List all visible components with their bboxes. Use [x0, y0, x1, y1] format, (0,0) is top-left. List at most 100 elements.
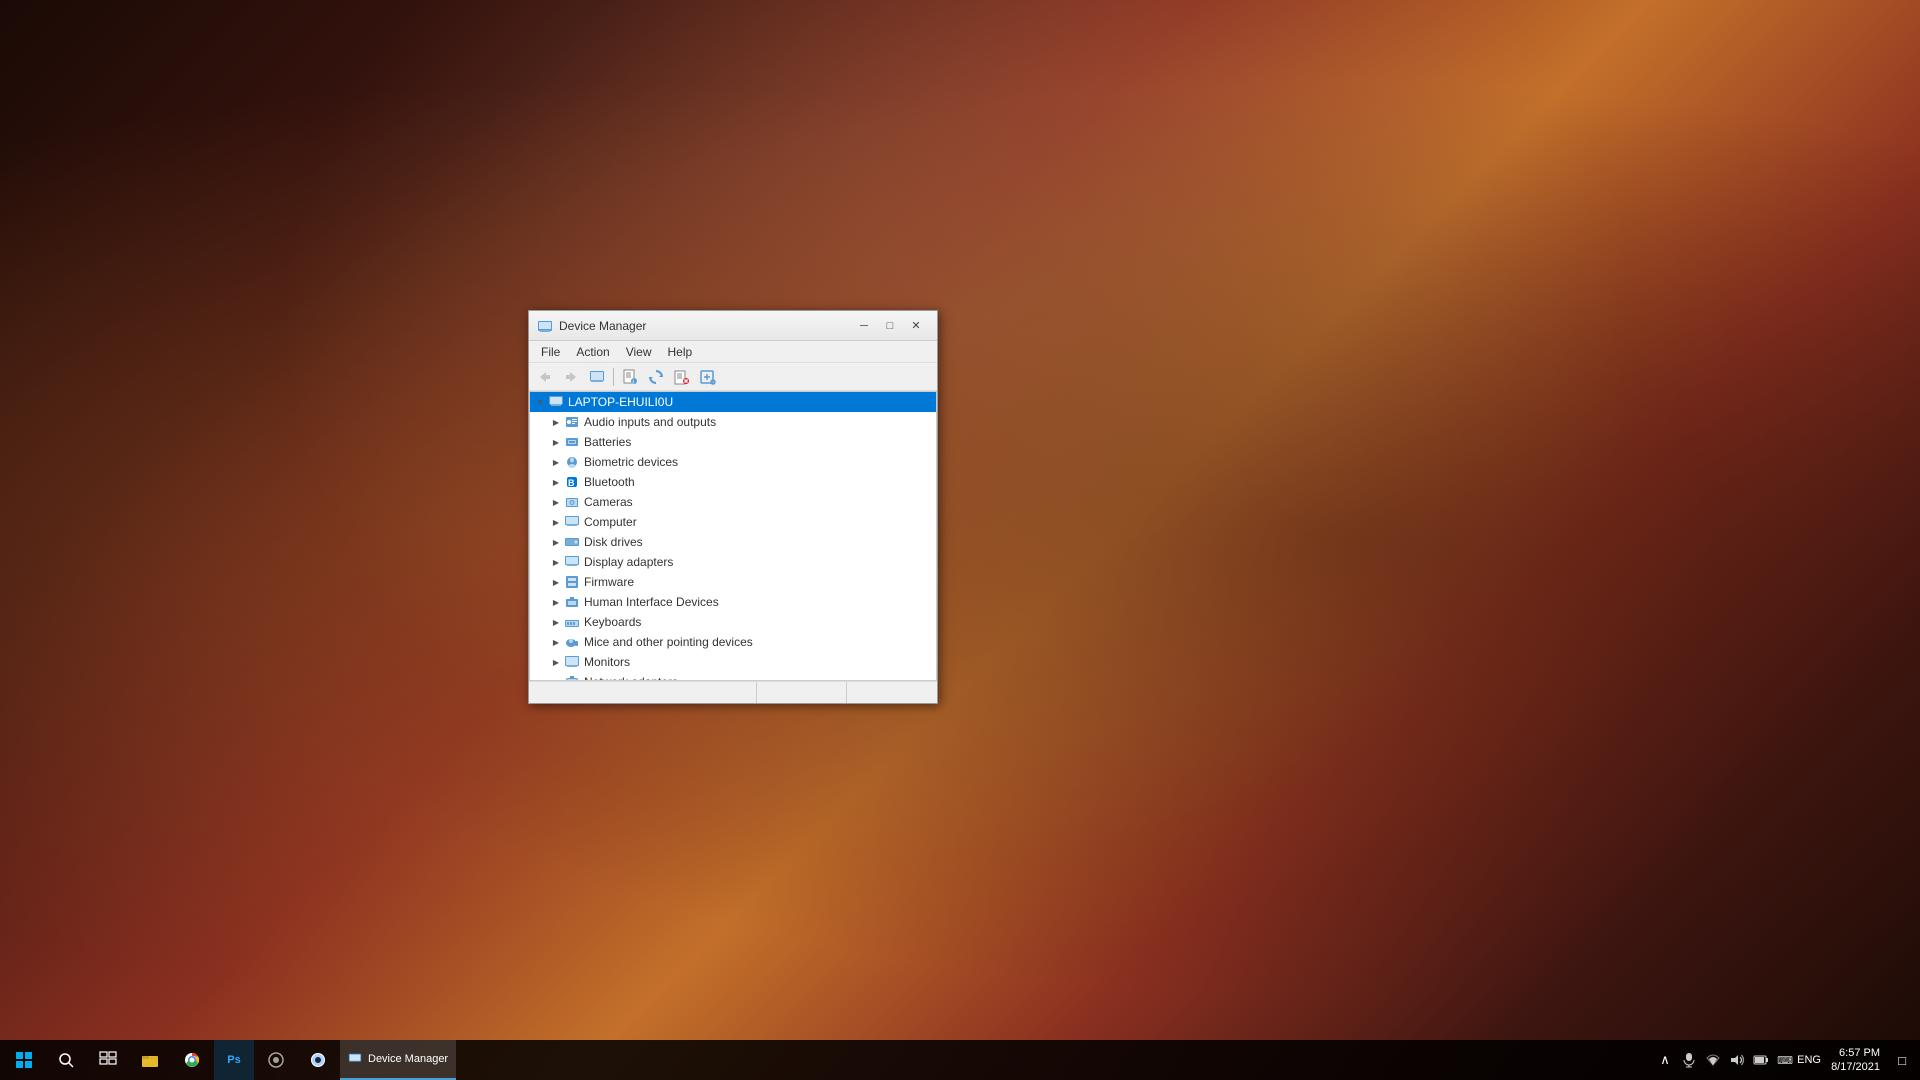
- svg-text:B: B: [568, 478, 575, 488]
- uninstall-button[interactable]: [670, 366, 694, 388]
- tree-item[interactable]: ▶ Network adapters: [530, 672, 936, 681]
- item-label: Biometric devices: [584, 455, 678, 469]
- device-manager-taskbar[interactable]: Device Manager: [340, 1040, 456, 1080]
- item-label: Disk drives: [584, 535, 643, 549]
- search-button[interactable]: [46, 1040, 86, 1080]
- item-label: Computer: [584, 515, 637, 529]
- tree-item[interactable]: ▶ Firmware: [530, 572, 936, 592]
- item-expand-arrow[interactable]: ▶: [548, 634, 564, 650]
- item-label: Cameras: [584, 495, 633, 509]
- toolbar-separator-1: [613, 368, 614, 386]
- item-label: Human Interface Devices: [584, 595, 719, 609]
- update-button[interactable]: [644, 366, 668, 388]
- task-view-button[interactable]: [88, 1040, 128, 1080]
- device-manager-window: Device Manager ─ □ ✕ File Action View He…: [528, 310, 938, 704]
- menu-bar: File Action View Help: [529, 341, 937, 363]
- menu-file[interactable]: File: [533, 343, 568, 361]
- item-expand-arrow[interactable]: ▶: [548, 514, 564, 530]
- minimize-button[interactable]: ─: [851, 316, 877, 336]
- tray-lang-label[interactable]: ENG: [1799, 1040, 1819, 1080]
- root-label: LAPTOP-EHUILI0U: [568, 395, 673, 409]
- chrome-button[interactable]: [172, 1040, 212, 1080]
- desktop-background: [0, 0, 1920, 1080]
- steam-button: [298, 1040, 338, 1080]
- item-expand-arrow[interactable]: ▶: [548, 534, 564, 550]
- item-expand-arrow[interactable]: ▶: [548, 674, 564, 681]
- taskbar-right: ∧: [1647, 1040, 1920, 1080]
- item-expand-arrow[interactable]: ▶: [548, 494, 564, 510]
- tree-item[interactable]: ▶ Batteries: [530, 432, 936, 452]
- tray-battery-icon[interactable]: [1751, 1040, 1771, 1080]
- taskbar-left: Ps Device Manager: [0, 1040, 460, 1080]
- start-button[interactable]: [4, 1040, 44, 1080]
- tree-item[interactable]: ▶ Human Interface Devices: [530, 592, 936, 612]
- item-expand-arrow[interactable]: ▶: [548, 434, 564, 450]
- item-label: Display adapters: [584, 555, 673, 569]
- menu-help[interactable]: Help: [660, 343, 701, 361]
- tree-item[interactable]: ▶ Disk drives: [530, 532, 936, 552]
- tree-item[interactable]: ▶ Display adapters: [530, 552, 936, 572]
- root-expand-arrow[interactable]: ▼: [532, 394, 548, 410]
- tree-root[interactable]: ▼ LAPTOP-EHUILI0U: [530, 392, 936, 412]
- close-button[interactable]: ✕: [903, 316, 929, 336]
- back-button[interactable]: [533, 366, 557, 388]
- item-expand-arrow[interactable]: ▶: [548, 474, 564, 490]
- item-icon: [564, 654, 580, 670]
- tree-item[interactable]: ▶ B Bluetooth: [530, 472, 936, 492]
- tree-item[interactable]: ▶ Mice and other pointing devices: [530, 632, 936, 652]
- item-expand-arrow[interactable]: ▶: [548, 594, 564, 610]
- item-label: Monitors: [584, 655, 630, 669]
- status-text: [529, 682, 757, 703]
- item-expand-arrow[interactable]: ▶: [548, 454, 564, 470]
- item-label: Bluetooth: [584, 475, 635, 489]
- device-tree[interactable]: ▼ LAPTOP-EHUILI0U ▶ Audio inputs and out…: [529, 391, 937, 681]
- item-icon: [564, 594, 580, 610]
- scan-button[interactable]: [696, 366, 720, 388]
- tree-item[interactable]: ▶ Monitors: [530, 652, 936, 672]
- item-expand-arrow[interactable]: ▶: [548, 654, 564, 670]
- app-button-6[interactable]: [256, 1040, 296, 1080]
- item-icon: [564, 554, 580, 570]
- item-icon: [564, 614, 580, 630]
- menu-view[interactable]: View: [618, 343, 660, 361]
- tray-up-arrow[interactable]: ∧: [1655, 1040, 1675, 1080]
- item-icon: [564, 534, 580, 550]
- item-icon: [564, 434, 580, 450]
- item-label: Mice and other pointing devices: [584, 635, 753, 649]
- tray-keyboard-icon[interactable]: ⌨: [1775, 1040, 1795, 1080]
- item-icon: B: [564, 474, 580, 490]
- tray-volume-icon[interactable]: [1727, 1040, 1747, 1080]
- item-label: Firmware: [584, 575, 634, 589]
- forward-button[interactable]: [559, 366, 583, 388]
- status-pane-2: [757, 682, 847, 703]
- root-icon: [548, 394, 564, 410]
- file-explorer-button[interactable]: [130, 1040, 170, 1080]
- tree-item[interactable]: ▶ Audio inputs and outputs: [530, 412, 936, 432]
- tree-item[interactable]: ▶ Cameras: [530, 492, 936, 512]
- item-expand-arrow[interactable]: ▶: [548, 554, 564, 570]
- maximize-button[interactable]: □: [877, 316, 903, 336]
- clock[interactable]: 6:57 PM 8/17/2021: [1823, 1046, 1888, 1075]
- item-icon: [564, 574, 580, 590]
- item-label: Batteries: [584, 435, 631, 449]
- photoshop-button[interactable]: Ps: [214, 1040, 254, 1080]
- item-label: Audio inputs and outputs: [584, 415, 716, 429]
- tree-item[interactable]: ▶ Biometric devices: [530, 452, 936, 472]
- item-expand-arrow[interactable]: ▶: [548, 614, 564, 630]
- properties-button[interactable]: i: [618, 366, 642, 388]
- date-display: 8/17/2021: [1831, 1060, 1880, 1074]
- status-pane-3: [847, 682, 937, 703]
- item-expand-arrow[interactable]: ▶: [548, 414, 564, 430]
- item-icon: [564, 414, 580, 430]
- taskbar-app-label: Device Manager: [368, 1053, 448, 1065]
- item-expand-arrow[interactable]: ▶: [548, 574, 564, 590]
- item-icon: [564, 514, 580, 530]
- menu-action[interactable]: Action: [568, 343, 617, 361]
- tray-mic-icon[interactable]: [1679, 1040, 1699, 1080]
- computer-button[interactable]: [585, 366, 609, 388]
- tree-item[interactable]: ▶ Computer: [530, 512, 936, 532]
- tree-item[interactable]: ▶ Keyboards: [530, 612, 936, 632]
- notification-center[interactable]: □: [1892, 1040, 1912, 1080]
- status-bar: [529, 681, 937, 703]
- tray-network-icon[interactable]: [1703, 1040, 1723, 1080]
